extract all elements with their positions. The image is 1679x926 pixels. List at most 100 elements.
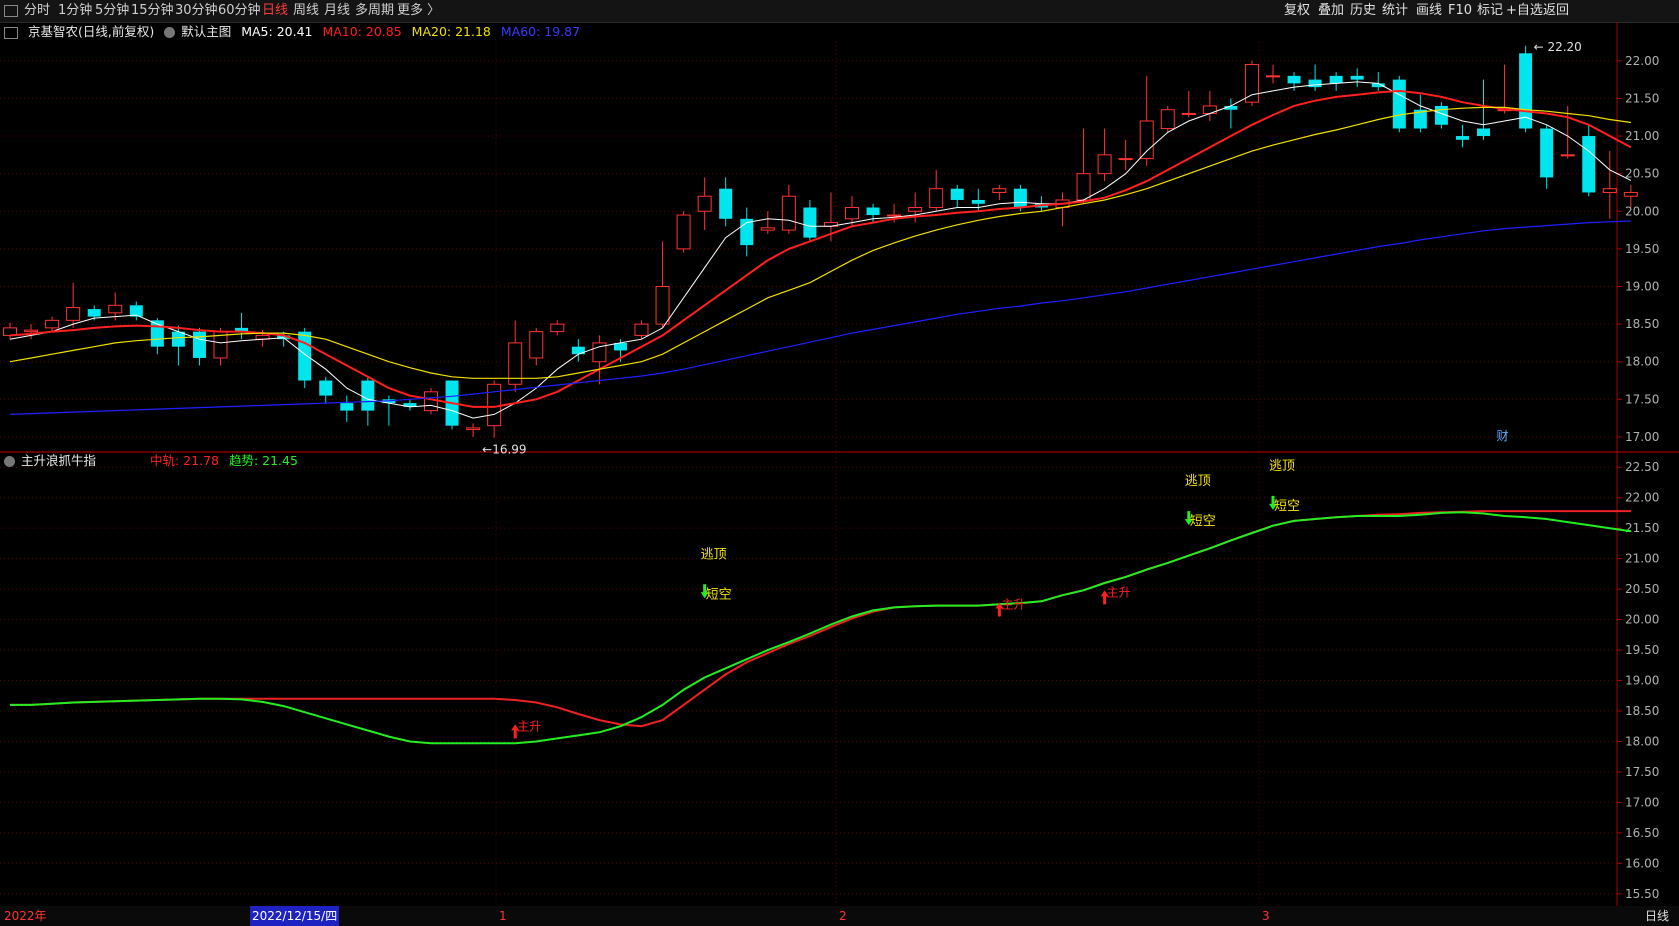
ind-tick-label-6: 18.50 <box>1625 704 1659 718</box>
ind-tick-label-3: 17.00 <box>1625 795 1659 809</box>
candle-body-56 <box>1181 112 1196 115</box>
candle-body-54 <box>1139 120 1154 160</box>
period-tab-4[interactable]: 30分钟 <box>175 0 218 22</box>
annotation-down-8: 短空 <box>1274 499 1300 514</box>
toolbar-button-2[interactable]: 历史 <box>1350 0 1376 22</box>
candle-body-17 <box>361 380 375 411</box>
candle-body-41 <box>866 207 880 216</box>
main-tick-label-7: 20.50 <box>1625 167 1659 181</box>
period-tab-0[interactable]: 分时 <box>24 0 50 22</box>
ma60-value: MA60: 19.87 <box>500 24 581 39</box>
low-price-label: ←16.99 <box>482 443 526 457</box>
ind-tick-label-9: 20.00 <box>1625 613 1659 627</box>
ind-tick-label-8: 19.50 <box>1625 643 1659 657</box>
axis-date-cursor: 2022/12/15/四 <box>250 906 340 926</box>
period-tab-3[interactable]: 15分钟 <box>131 0 174 22</box>
candle-body-73 <box>1540 128 1554 178</box>
ind-tick-label-12: 21.50 <box>1625 521 1659 535</box>
candle-body-20 <box>424 391 438 412</box>
ind-tick-label-5: 18.00 <box>1625 734 1659 748</box>
annotation-top-5: 逃顶 <box>1185 474 1211 489</box>
toolbar-button-5[interactable]: F10 <box>1448 0 1472 22</box>
candle-body-48 <box>1013 188 1027 208</box>
candle-body-15 <box>319 380 333 396</box>
candle-body-51 <box>1076 173 1091 201</box>
main-tick-label-10: 22.00 <box>1625 54 1659 68</box>
candle-body-60 <box>1266 75 1280 78</box>
toolbar-button-7[interactable]: +自选 <box>1506 0 1543 22</box>
ma-line-ma20 <box>9 106 1631 379</box>
period-tab-9[interactable]: 多周期 <box>355 0 394 22</box>
candle-body-22 <box>466 427 481 430</box>
candle-body-70 <box>1477 128 1490 137</box>
axis-year: 2022年 <box>4 909 47 923</box>
period-tab-6[interactable]: 日线 <box>262 0 288 22</box>
candle-body-26 <box>550 323 565 333</box>
candle-body-61 <box>1287 75 1301 84</box>
candle-body-59 <box>1244 64 1259 103</box>
period-tab-5[interactable]: 60分钟 <box>218 0 261 22</box>
axis-month-2: 3 <box>1262 909 1270 923</box>
indicator-name[interactable]: 主升浪抓牛指 <box>21 453 96 468</box>
candle-body-33 <box>697 195 712 212</box>
toolbar-button-0[interactable]: 复权 <box>1284 0 1310 22</box>
layout-toggle-icon[interactable] <box>4 5 18 17</box>
period-tab-10[interactable]: 更多 〉 <box>397 0 440 22</box>
candle-body-16 <box>340 403 354 411</box>
main-tick-label-6: 20.00 <box>1625 204 1659 218</box>
finance-marker: 财 <box>1497 429 1509 443</box>
high-price-label: ← 22.20 <box>1534 40 1582 54</box>
candle-body-40 <box>845 207 859 220</box>
candle-body-74 <box>1560 154 1575 157</box>
toolbar-button-1[interactable]: 叠加 <box>1318 0 1344 22</box>
candle-body-8 <box>171 331 185 347</box>
trend-line <box>10 511 1632 745</box>
toolbar-button-6[interactable]: 标记 <box>1477 0 1503 22</box>
toolbar-button-8[interactable]: 返回 <box>1543 0 1569 22</box>
period-tab-2[interactable]: 5分钟 <box>95 0 129 22</box>
trend-value: 趋势: 21.45 <box>228 453 298 468</box>
candle-body-14 <box>298 331 312 381</box>
candle-body-76 <box>1602 188 1617 193</box>
candle-body-31 <box>655 285 670 325</box>
period-tab-8[interactable]: 月线 <box>324 0 350 22</box>
date-axis-bar: 2022年 2022/12/15/四 1 2 3 日线 <box>0 906 1679 926</box>
ind-tick-label-7: 19.00 <box>1625 674 1659 688</box>
ind-tick-label-11: 21.00 <box>1625 552 1659 566</box>
candle-body-63 <box>1329 75 1343 84</box>
indicator-info-bar: 主升浪抓牛指 中轨: 21.78 趋势: 21.45 <box>4 452 304 470</box>
candle-body-69 <box>1455 136 1469 140</box>
candle-body-43 <box>908 207 923 212</box>
toolbar-button-3[interactable]: 统计 <box>1382 0 1408 22</box>
settings-dot-icon[interactable] <box>164 27 176 38</box>
candle-body-44 <box>929 188 944 209</box>
candle-body-5 <box>108 304 123 314</box>
annotation-up-4: 主升 <box>1107 585 1131 599</box>
candle-body-9 <box>192 331 206 358</box>
candle-body-52 <box>1097 154 1112 175</box>
annotation-top-7: 逃顶 <box>1269 459 1295 474</box>
ma-line-ma60 <box>9 220 1631 415</box>
candle-body-4 <box>87 309 101 317</box>
indicator-settings-icon[interactable] <box>4 456 15 467</box>
ma-line-ma5 <box>9 81 1632 419</box>
mid-value: 中轨: 21.78 <box>150 453 219 468</box>
candle-body-66 <box>1392 79 1406 129</box>
candle-body-64 <box>1350 75 1364 80</box>
candle-body-38 <box>803 207 817 238</box>
period-tab-7[interactable]: 周线 <box>293 0 319 22</box>
ind-tick-label-1: 16.00 <box>1625 856 1659 870</box>
panel-toggle-icon[interactable] <box>4 26 18 39</box>
ma5-value: MA5: 20.41 <box>241 24 313 39</box>
candle-body-53 <box>1118 158 1133 161</box>
main-tick-label-5: 19.50 <box>1625 242 1659 256</box>
ind-tick-label-2: 16.50 <box>1625 826 1659 840</box>
period-tab-1[interactable]: 1分钟 <box>58 0 92 22</box>
main-chart-label[interactable]: 默认主图 <box>181 24 231 39</box>
candle-body-45 <box>950 188 964 200</box>
ind-tick-label-14: 22.50 <box>1625 460 1659 474</box>
annotation-down-6: 短空 <box>1190 514 1216 529</box>
candle-body-77 <box>1623 191 1638 197</box>
toolbar-button-4[interactable]: 画线 <box>1416 0 1442 22</box>
stock-info-bar: 京基智农(日线,前复权) 默认主图 MA5: 20.41 MA10: 20.85… <box>4 23 586 41</box>
